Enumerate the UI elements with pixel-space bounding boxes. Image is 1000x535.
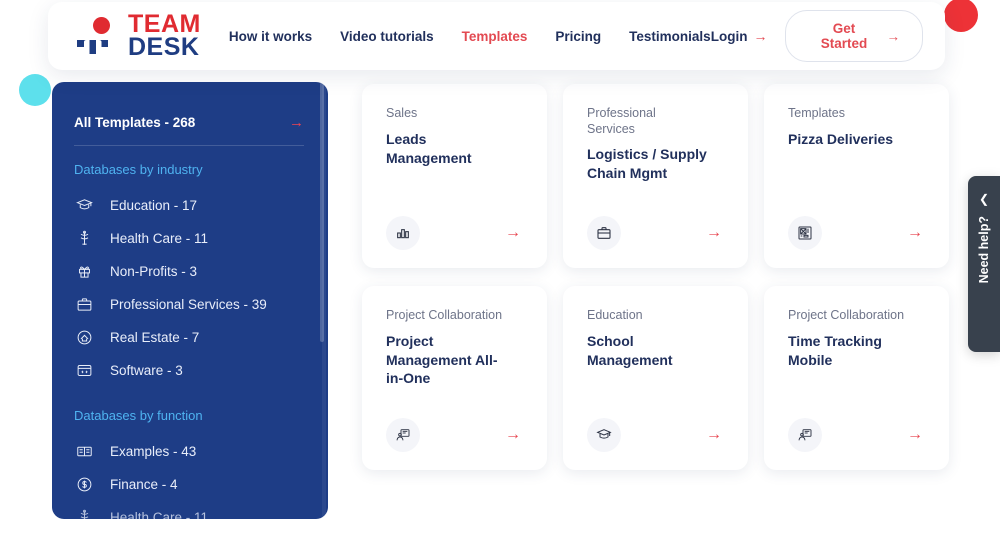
briefcase-icon <box>74 294 94 314</box>
arrow-right-icon[interactable]: → <box>907 224 923 242</box>
logo-dot <box>93 17 110 34</box>
get-started-label: Get Started <box>820 21 868 51</box>
need-help-tab[interactable]: ❮ Need help? <box>968 176 1000 352</box>
arrow-right-icon: → <box>289 114 304 131</box>
sidebar-scrollbar-thumb[interactable] <box>320 82 324 342</box>
sidebar-item-education[interactable]: Education - 17 <box>72 191 306 219</box>
sidebar-item-label: Finance - 4 <box>110 476 178 492</box>
template-card[interactable]: Templates Pizza Deliveries → <box>764 84 949 268</box>
template-card[interactable]: Professional Services Logistics / Supply… <box>563 84 748 268</box>
card-footer: → <box>788 216 929 250</box>
sidebar-item-non-profits[interactable]: Non-Profits - 3 <box>72 257 306 285</box>
card-title: Leads Management <box>386 130 472 166</box>
chevron-left-icon: ❮ <box>978 192 990 206</box>
card-title: Project Management All-in-One <box>386 332 498 387</box>
card-category: Education <box>587 308 643 322</box>
card-title: Time Tracking Mobile <box>788 332 882 368</box>
dollar-circle-icon <box>74 474 94 494</box>
arrow-right-icon: → <box>886 28 901 44</box>
page-root: TEAM DESK How it works Video tutorials T… <box>0 0 1000 535</box>
arrow-right-icon[interactable]: → <box>706 426 722 444</box>
logo-text-desk: DESK <box>128 33 200 61</box>
sidebar-group-title-function: Databases by function <box>74 408 203 423</box>
decorative-cyan-circle <box>19 74 51 106</box>
sidebar-item-label: Examples - 43 <box>110 443 197 459</box>
get-started-button[interactable]: Get Started → <box>785 10 923 62</box>
card-title: School Management <box>587 332 673 368</box>
sidebar-scrollbar-track[interactable] <box>320 82 326 519</box>
sidebar-inner: All Templates - 268 → Databases by indus… <box>52 82 328 519</box>
charity-gift-icon <box>74 261 94 281</box>
card-category: Templates <box>788 106 845 120</box>
sidebar-item-health-care-function[interactable]: Health Care - 11 <box>72 503 306 519</box>
card-footer: → <box>788 418 929 452</box>
logo[interactable]: TEAM DESK <box>74 12 201 61</box>
sidebar-item-label: Education - 17 <box>110 197 198 213</box>
arrow-right-icon: → <box>753 28 768 44</box>
sidebar-divider <box>74 145 304 146</box>
arrow-right-icon[interactable]: → <box>505 426 521 444</box>
template-card[interactable]: Project Collaboration Time Tracking Mobi… <box>764 286 949 470</box>
templates-grid: Sales Leads Management → Professional Se… <box>362 84 952 470</box>
sidebar-item-label: Non-Profits - 3 <box>110 263 198 279</box>
need-help-label: Need help? <box>977 216 991 284</box>
login-label: Login <box>710 28 748 44</box>
form-layout-icon <box>788 216 822 250</box>
nav-link-video-tutorials[interactable]: Video tutorials <box>340 29 434 44</box>
logo-mark-icon <box>74 16 124 56</box>
graduation-cap-icon <box>587 418 621 452</box>
template-card[interactable]: Sales Leads Management → <box>362 84 547 268</box>
card-title: Logistics / Supply Chain Mgmt <box>587 146 707 182</box>
nav-links: How it works Video tutorials Templates P… <box>229 29 711 44</box>
all-templates-label: All Templates - 268 <box>74 115 196 130</box>
sidebar-item-label: Health Care - 11 <box>110 230 209 246</box>
nav-link-pricing[interactable]: Pricing <box>555 29 601 44</box>
sidebar-item-finance[interactable]: Finance - 4 <box>72 470 306 498</box>
nav-link-templates[interactable]: Templates <box>462 29 528 44</box>
presentation-person-icon <box>386 418 420 452</box>
sidebar-item-label: Real Estate - 7 <box>110 329 200 345</box>
bar-chart-icon <box>386 216 420 250</box>
presentation-person-icon <box>788 418 822 452</box>
template-card[interactable]: Education School Management → <box>563 286 748 470</box>
sidebar-item-real-estate[interactable]: Real Estate - 7 <box>72 323 306 351</box>
arrow-right-icon[interactable]: → <box>505 224 521 242</box>
nav-right-actions: Login → Get Started → <box>711 10 923 62</box>
decorative-red-circle <box>944 0 978 32</box>
arrow-right-icon[interactable]: → <box>706 224 722 242</box>
nav-link-testimonials[interactable]: Testimonials <box>629 29 711 44</box>
templates-sidebar: All Templates - 268 → Databases by indus… <box>52 82 328 519</box>
card-footer: → <box>587 418 728 452</box>
caduceus-icon <box>74 507 94 519</box>
sidebar-item-software[interactable]: Software - 3 <box>72 356 306 384</box>
nav-link-how-it-works[interactable]: How it works <box>229 29 312 44</box>
card-title: Pizza Deliveries <box>788 130 894 147</box>
open-book-icon <box>74 441 94 461</box>
sidebar-item-professional-services[interactable]: Professional Services - 39 <box>72 290 306 318</box>
card-category: Project Collaboration <box>386 308 503 322</box>
top-navbar: TEAM DESK How it works Video tutorials T… <box>48 2 945 70</box>
sidebar-item-health-care[interactable]: Health Care - 11 <box>72 224 306 252</box>
sidebar-item-label: Health Care - 11 <box>110 509 209 520</box>
code-window-icon <box>74 360 94 380</box>
graduation-cap-icon <box>74 195 94 215</box>
caduceus-icon <box>74 228 94 248</box>
card-footer: → <box>386 418 527 452</box>
sidebar-item-label: Professional Services - 39 <box>110 296 267 312</box>
arrow-right-icon[interactable]: → <box>907 426 923 444</box>
card-category: Professional Services <box>587 106 656 136</box>
card-category: Project Collaboration <box>788 308 905 322</box>
card-footer: → <box>386 216 527 250</box>
sidebar-group-title-industry: Databases by industry <box>74 162 203 177</box>
login-link[interactable]: Login → <box>711 28 768 44</box>
template-card[interactable]: Project Collaboration Project Management… <box>362 286 547 470</box>
sidebar-item-all-templates[interactable]: All Templates - 268 → <box>72 102 306 145</box>
real-estate-globe-icon <box>74 327 94 347</box>
card-category: Sales <box>386 106 418 120</box>
card-footer: → <box>587 216 728 250</box>
briefcase-icon <box>587 216 621 250</box>
sidebar-item-label: Software - 3 <box>110 362 183 378</box>
sidebar-item-examples[interactable]: Examples - 43 <box>72 437 306 465</box>
